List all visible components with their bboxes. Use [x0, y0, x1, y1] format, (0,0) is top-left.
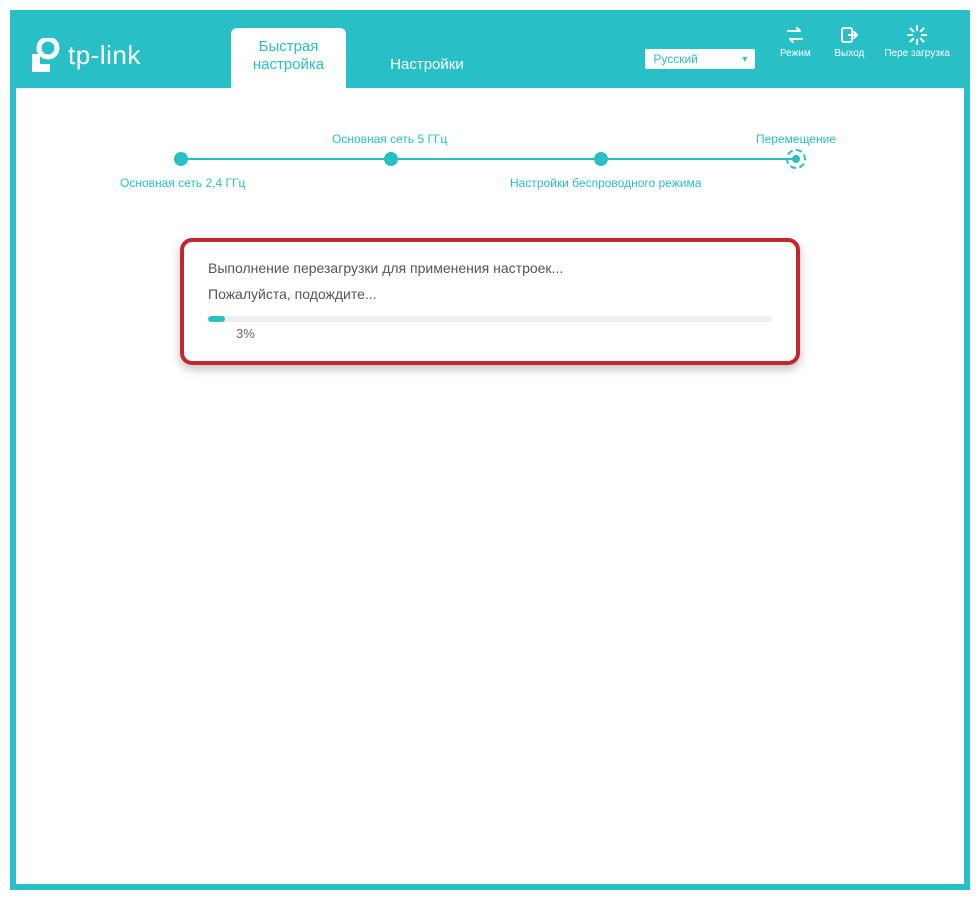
step-label-2: Основная сеть 5 ГГц: [332, 132, 447, 146]
reboot-icon: [906, 24, 928, 46]
reboot-button[interactable]: Пере загрузка: [884, 24, 950, 59]
mode-label: Режим: [780, 48, 811, 59]
progress-percent: 3%: [236, 326, 772, 341]
header: tp-link Быстрая настройка Настройки Русс…: [16, 16, 964, 88]
reboot-progress-panel: Выполнение перезагрузки для применения н…: [180, 238, 800, 365]
main-tabs: Быстрая настройка Настройки: [231, 28, 484, 88]
step-label-1: Основная сеть 2,4 ГГц: [120, 176, 245, 190]
content-area: Основная сеть 2,4 ГГц Основная сеть 5 ГГ…: [16, 88, 964, 884]
tplink-logo-icon: [30, 38, 60, 72]
setup-stepper: Основная сеть 2,4 ГГц Основная сеть 5 ГГ…: [170, 128, 810, 198]
header-right-controls: Русский ▾ Режим Выход: [644, 24, 950, 70]
logout-icon: [838, 24, 860, 46]
language-select[interactable]: Русский ▾: [644, 48, 756, 70]
logout-button[interactable]: Выход: [830, 24, 868, 59]
stepper-line: [180, 158, 800, 160]
step-label-3: Настройки беспроводного режима: [510, 176, 701, 190]
step-dot-3: [594, 152, 608, 166]
brand-name: tp-link: [68, 40, 141, 71]
step-dot-4: [786, 149, 806, 169]
step-dot-2: [384, 152, 398, 166]
reboot-message-line1: Выполнение перезагрузки для применения н…: [208, 260, 772, 276]
tab-settings[interactable]: Настройки: [370, 46, 484, 88]
mode-icon: [784, 24, 806, 46]
chevron-down-icon: ▾: [742, 54, 747, 65]
reboot-message-line2: Пожалуйста, подождите...: [208, 286, 772, 302]
step-label-4: Перемещение: [756, 132, 836, 146]
step-dot-1: [174, 152, 188, 166]
progress-bar: [208, 316, 772, 322]
reboot-label: Пере загрузка: [884, 48, 950, 59]
language-selected: Русский: [653, 52, 698, 66]
logout-label: Выход: [834, 48, 864, 59]
brand-logo: tp-link: [30, 38, 141, 72]
tab-quick-setup[interactable]: Быстрая настройка: [231, 28, 346, 88]
app-frame: tp-link Быстрая настройка Настройки Русс…: [10, 10, 970, 890]
progress-bar-fill: [208, 316, 225, 322]
mode-button[interactable]: Режим: [776, 24, 814, 59]
